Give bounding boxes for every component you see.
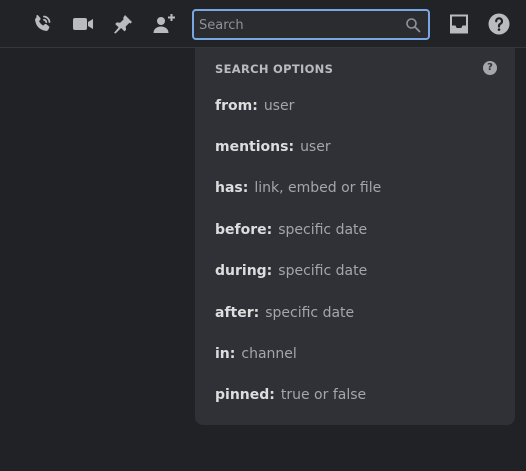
option-hint: specific date <box>265 305 355 321</box>
help-icon[interactable] <box>487 12 511 36</box>
search-bar[interactable] <box>192 9 430 40</box>
option-hint: specific date <box>278 222 368 238</box>
search-input[interactable] <box>199 15 399 35</box>
search-options-popout: SEARCH OPTIONS ? from: user mentions: us… <box>195 48 515 425</box>
search-option-pinned[interactable]: pinned: true or false <box>195 378 515 412</box>
search-options-header: SEARCH OPTIONS ? <box>215 61 499 77</box>
option-key: in: <box>215 346 236 362</box>
option-key: before: <box>215 222 273 238</box>
option-key: mentions: <box>215 139 295 155</box>
pin-icon[interactable] <box>111 12 135 36</box>
option-hint: specific date <box>278 263 368 279</box>
channel-header-toolbar <box>0 0 526 48</box>
search-icon <box>406 18 421 33</box>
search-option-after[interactable]: after: specific date <box>195 296 515 330</box>
video-camera-icon[interactable] <box>71 12 95 36</box>
search-option-during[interactable]: during: specific date <box>195 254 515 288</box>
phone-call-icon[interactable] <box>30 12 54 36</box>
option-key: after: <box>215 305 260 321</box>
search-option-from[interactable]: from: user <box>195 89 515 123</box>
inbox-icon[interactable] <box>447 12 471 36</box>
search-options-title: SEARCH OPTIONS <box>215 62 334 76</box>
option-key: pinned: <box>215 387 275 403</box>
option-hint: link, embed or file <box>254 180 382 196</box>
option-hint: user <box>300 139 331 155</box>
option-hint: channel <box>241 346 297 362</box>
search-option-in[interactable]: in: channel <box>195 337 515 371</box>
search-option-before[interactable]: before: specific date <box>195 213 515 247</box>
option-key: during: <box>215 263 273 279</box>
search-options-help-icon[interactable]: ? <box>483 61 497 75</box>
search-option-mentions[interactable]: mentions: user <box>195 130 515 164</box>
search-option-has[interactable]: has: link, embed or file <box>195 171 515 205</box>
option-key: has: <box>215 180 249 196</box>
add-member-icon[interactable] <box>152 12 176 36</box>
option-hint: true or false <box>280 387 367 403</box>
option-key: from: <box>215 98 258 114</box>
option-hint: user <box>263 98 295 114</box>
